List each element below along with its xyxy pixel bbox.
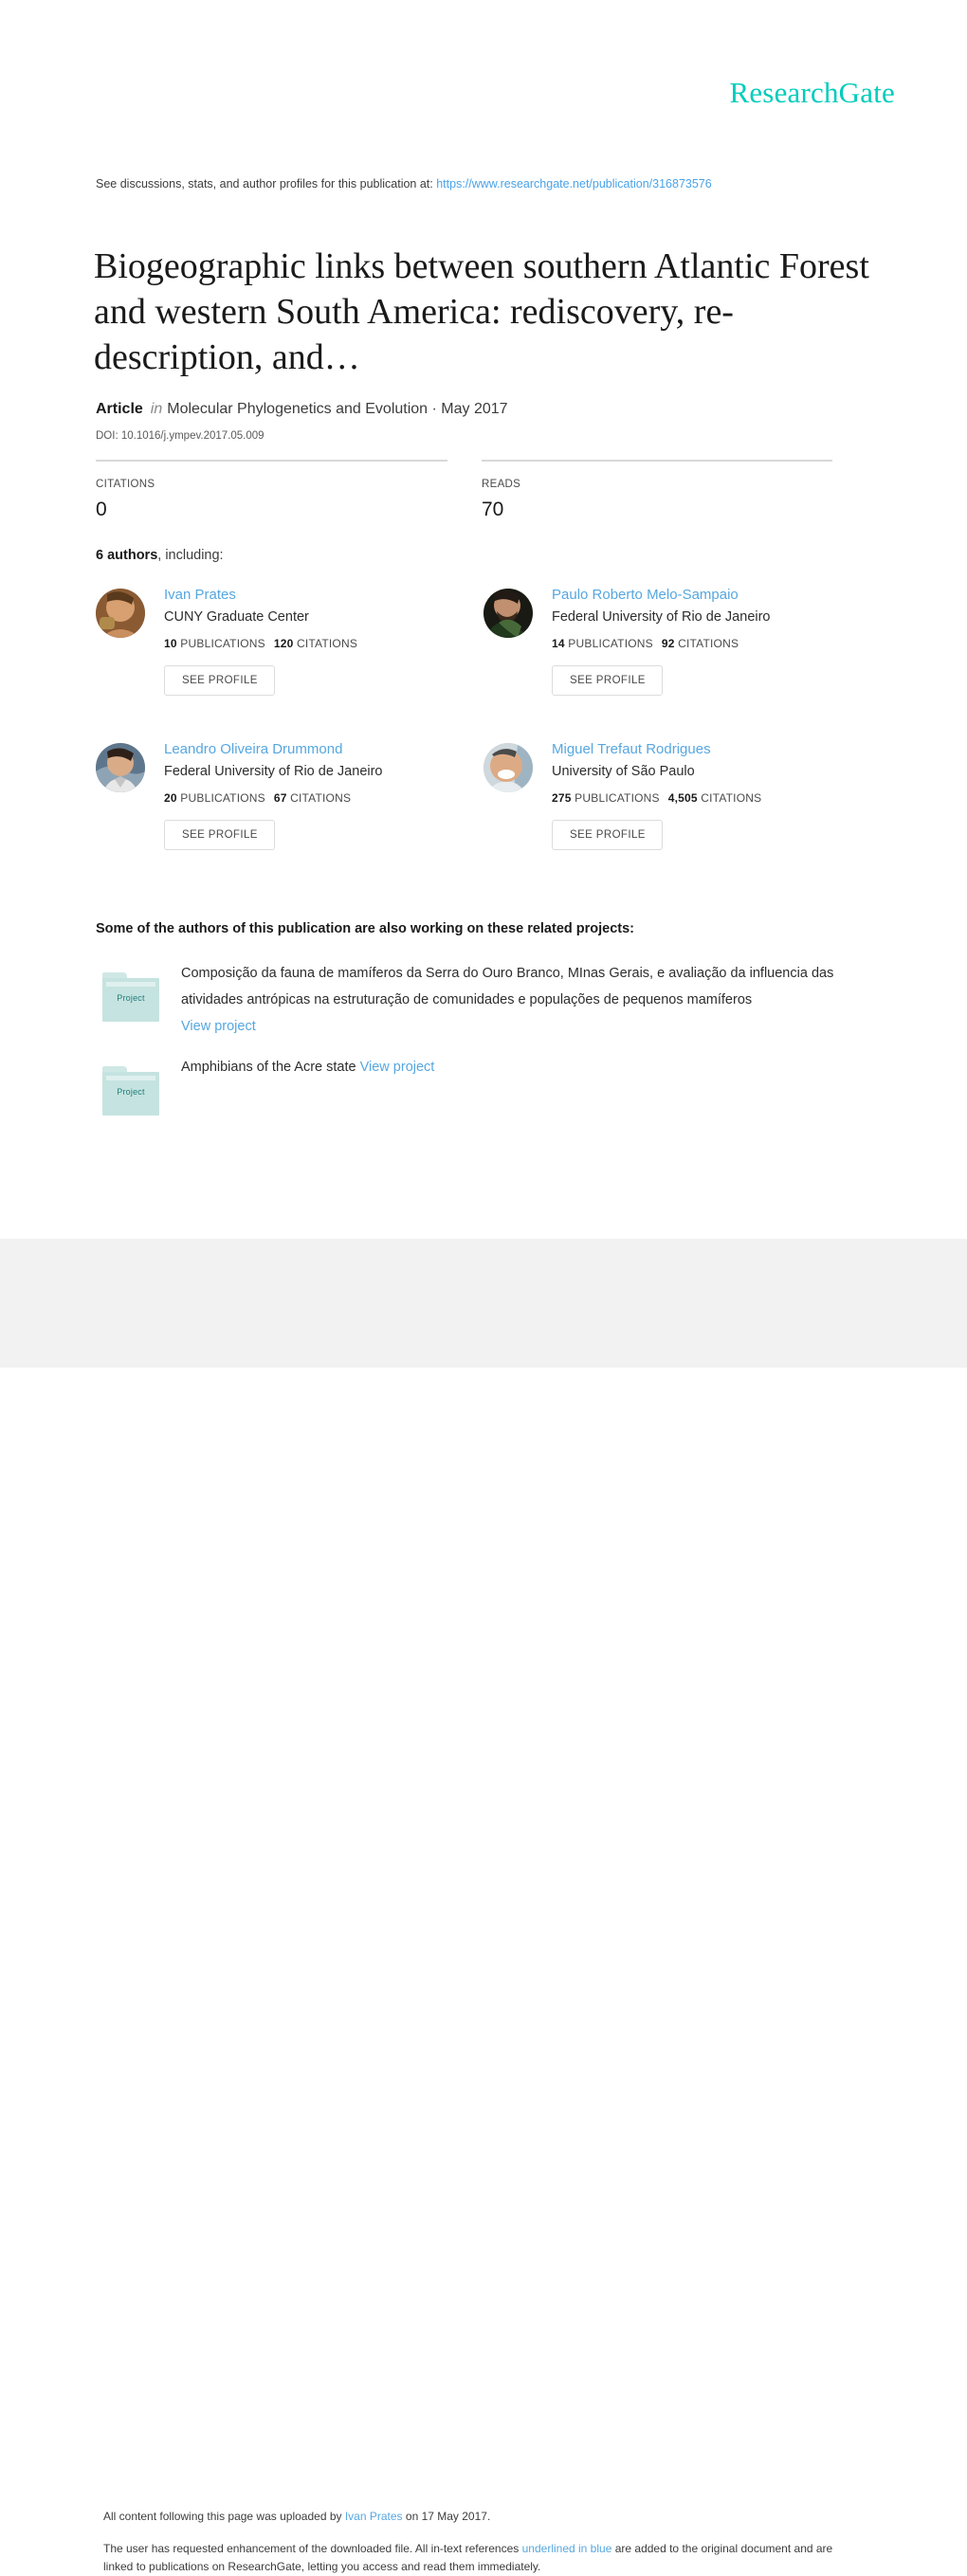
metric-divider bbox=[96, 460, 447, 462]
footer-upload-suffix: on 17 May 2017. bbox=[405, 2510, 491, 2523]
article-in-label: in bbox=[150, 401, 163, 417]
see-profile-button[interactable]: SEE PROFILE bbox=[164, 820, 275, 850]
author-citations-label: CITATIONS bbox=[678, 637, 739, 650]
author-card: Miguel Trefaut Rodrigues University of S… bbox=[484, 740, 882, 892]
author-publications-count: 10 bbox=[164, 637, 177, 650]
view-project-link[interactable]: View project bbox=[360, 1060, 435, 1075]
metric-reads-label: READS bbox=[482, 479, 521, 490]
metric-citations-value: 0 bbox=[96, 499, 107, 520]
author-publications-label: PUBLICATIONS bbox=[575, 791, 660, 805]
author-affiliation: CUNY Graduate Center bbox=[164, 609, 309, 625]
author-publications-count: 20 bbox=[164, 791, 177, 805]
author-stats: 14 PUBLICATIONS 92 CITATIONS bbox=[552, 637, 882, 650]
footer-underlined-in-blue-link: underlined in blue bbox=[521, 2542, 612, 2555]
project-title: Amphibians of the Acre state bbox=[181, 1060, 356, 1075]
project-folder-label: Project bbox=[117, 993, 145, 1003]
footer-enhancement-text-1: The user has requested enhancement of th… bbox=[103, 2542, 520, 2555]
footer-band: All content following this page was uplo… bbox=[0, 1239, 967, 2573]
see-profile-button[interactable]: SEE PROFILE bbox=[164, 665, 275, 696]
author-name-link[interactable]: Miguel Trefaut Rodrigues bbox=[552, 740, 882, 759]
authors-heading-suffix: , including: bbox=[157, 548, 224, 563]
article-type-label: Article bbox=[96, 401, 143, 417]
author-publications-count: 275 bbox=[552, 791, 572, 805]
footer-uploader-link[interactable]: Ivan Prates bbox=[345, 2510, 403, 2523]
author-card: Ivan Prates CUNY Graduate Center 10 PUBL… bbox=[96, 586, 494, 737]
author-citations-label: CITATIONS bbox=[297, 637, 358, 650]
avatar bbox=[96, 743, 145, 792]
project-folder-label: Project bbox=[117, 1087, 145, 1097]
footer-upload-prefix: All content following this page was uplo… bbox=[103, 2510, 342, 2523]
authors-heading: 6 authors, including: bbox=[96, 548, 224, 563]
author-citations-label: CITATIONS bbox=[701, 791, 762, 805]
author-name-link[interactable]: Paulo Roberto Melo-Sampaio bbox=[552, 586, 882, 605]
projects-heading: Some of the authors of this publication … bbox=[96, 921, 635, 936]
metric-reads-value: 70 bbox=[482, 499, 504, 520]
author-citations-count: 120 bbox=[273, 637, 294, 650]
author-citations-label: CITATIONS bbox=[290, 791, 352, 805]
avatar bbox=[96, 589, 145, 638]
metric-citations-label: CITATIONS bbox=[96, 479, 155, 490]
project-body: Amphibians of the Acre state View projec… bbox=[181, 1054, 883, 1080]
project-title: Composição da fauna de mamíferos da Serr… bbox=[181, 966, 834, 1007]
publication-title: Biogeographic links between southern Atl… bbox=[94, 246, 869, 378]
author-stats: 20 PUBLICATIONS 67 CITATIONS bbox=[164, 791, 494, 805]
footer-enhancement-note: The user has requested enhancement of th… bbox=[103, 2540, 862, 2576]
author-citations-count: 67 bbox=[273, 791, 287, 805]
researchgate-logo: ResearchGate bbox=[729, 76, 895, 109]
author-citations-count: 92 bbox=[661, 637, 675, 650]
see-profile-button[interactable]: SEE PROFILE bbox=[552, 665, 663, 696]
researchgate-publication-page: ResearchGate See discussions, stats, and… bbox=[0, 0, 967, 2573]
author-body: Paulo Roberto Melo-Sampaio Federal Unive… bbox=[552, 586, 882, 696]
author-body: Leandro Oliveira Drummond Federal Univer… bbox=[164, 740, 494, 850]
author-card: Paulo Roberto Melo-Sampaio Federal Unive… bbox=[484, 586, 882, 737]
publication-url-link[interactable]: https://www.researchgate.net/publication… bbox=[436, 177, 711, 190]
author-publications-count: 14 bbox=[552, 637, 565, 650]
project-folder-icon: Project bbox=[102, 1066, 159, 1116]
see-profile-button[interactable]: SEE PROFILE bbox=[552, 820, 663, 850]
project-folder-icon: Project bbox=[102, 972, 159, 1022]
author-name-link[interactable]: Ivan Prates bbox=[164, 586, 494, 605]
author-citations-count: 4,505 bbox=[667, 791, 698, 805]
article-journal-date: Molecular Phylogenetics and Evolution · … bbox=[167, 401, 508, 417]
author-stats: 10 PUBLICATIONS 120 CITATIONS bbox=[164, 637, 494, 650]
author-affiliation: Federal University of Rio de Janeiro bbox=[164, 764, 383, 779]
author-affiliation: University of São Paulo bbox=[552, 764, 695, 779]
view-project-link[interactable]: View project bbox=[181, 1019, 256, 1034]
author-publications-label: PUBLICATIONS bbox=[180, 791, 265, 805]
avatar bbox=[484, 743, 533, 792]
metric-reads: READS 70 bbox=[482, 460, 832, 521]
author-card: Leandro Oliveira Drummond Federal Univer… bbox=[96, 740, 494, 892]
author-publications-label: PUBLICATIONS bbox=[568, 637, 653, 650]
footer-upload-line: All content following this page was uplo… bbox=[103, 2510, 490, 2523]
author-name-link[interactable]: Leandro Oliveira Drummond bbox=[164, 740, 494, 759]
metric-divider bbox=[482, 460, 832, 462]
author-body: Ivan Prates CUNY Graduate Center 10 PUBL… bbox=[164, 586, 494, 696]
article-doi: DOI: 10.1016/j.ympev.2017.05.009 bbox=[96, 430, 265, 442]
metric-citations: CITATIONS 0 bbox=[96, 460, 447, 521]
authors-count: 6 authors bbox=[96, 548, 158, 563]
author-publications-label: PUBLICATIONS bbox=[180, 637, 265, 650]
discussions-text: See discussions, stats, and author profi… bbox=[96, 177, 433, 190]
article-meta: Article in Molecular Phylogenetics and Evo… bbox=[96, 401, 508, 418]
author-body: Miguel Trefaut Rodrigues University of S… bbox=[552, 740, 882, 850]
author-affiliation: Federal University of Rio de Janeiro bbox=[552, 609, 771, 625]
discussions-line: See discussions, stats, and author profi… bbox=[96, 177, 712, 190]
project-body: Composição da fauna de mamíferos da Serr… bbox=[181, 960, 883, 1040]
author-stats: 275 PUBLICATIONS 4,505 CITATIONS bbox=[552, 791, 882, 805]
avatar bbox=[484, 589, 533, 638]
